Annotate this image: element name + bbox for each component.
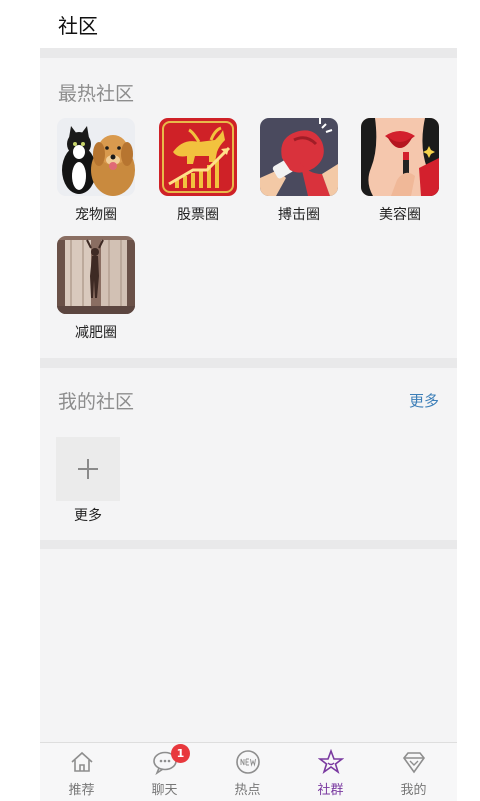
- community-boxing[interactable]: 搏击圈: [257, 118, 341, 230]
- community-content: 最热社区 宠物圈 股票圈 搏击圈 美容圈 减肥圈 我的社区 更多 更多: [40, 48, 457, 742]
- star-icon: [318, 749, 344, 775]
- home-icon: [69, 749, 95, 775]
- community-stocks[interactable]: 股票圈: [156, 118, 240, 230]
- divider: [40, 540, 457, 549]
- tab-chat[interactable]: 1 聊天: [123, 743, 206, 801]
- community-slimming[interactable]: 减肥圈: [54, 236, 138, 348]
- plus-icon: [78, 459, 98, 479]
- tab-hot[interactable]: 热点: [206, 743, 289, 801]
- community-label: 美容圈: [379, 207, 421, 223]
- pet-cat-dog-icon: [57, 118, 135, 196]
- more-link[interactable]: 更多: [409, 390, 439, 411]
- community-pets[interactable]: 宠物圈: [54, 118, 138, 230]
- tab-recommend[interactable]: 推荐: [40, 743, 123, 801]
- bottom-tab-bar: 推荐 1 聊天 热点 社群 我的: [40, 742, 457, 801]
- tab-community[interactable]: 社群: [289, 743, 372, 801]
- page-title: 社区: [58, 14, 98, 38]
- hot-section-title: 最热社区: [58, 83, 135, 105]
- stock-bull-icon: [159, 118, 237, 196]
- tab-mine[interactable]: 我的: [372, 743, 455, 801]
- community-label: 股票圈: [177, 207, 219, 223]
- slim-silhouette-icon: [57, 236, 135, 314]
- divider: [40, 48, 457, 58]
- boxing-glove-icon: [260, 118, 338, 196]
- tab-label: 我的: [400, 783, 427, 798]
- my-section-title: 我的社区: [58, 391, 135, 413]
- add-community-button[interactable]: [56, 437, 120, 501]
- community-label: 减肥圈: [75, 325, 117, 341]
- tab-label: 社群: [317, 783, 344, 798]
- tab-label: 推荐: [68, 783, 95, 798]
- divider: [40, 358, 457, 368]
- community-label: 宠物圈: [75, 207, 117, 223]
- diamond-icon: [401, 749, 427, 775]
- new-badge-icon: [235, 749, 261, 775]
- tab-label: 聊天: [151, 783, 178, 798]
- beauty-lipstick-icon: [361, 118, 439, 196]
- community-beauty[interactable]: 美容圈: [358, 118, 442, 230]
- community-label: 搏击圈: [278, 207, 320, 223]
- add-community-label: 更多: [74, 508, 102, 524]
- unread-badge: 1: [171, 744, 190, 763]
- tab-label: 热点: [234, 783, 261, 798]
- top-bar: 社区: [0, 0, 480, 48]
